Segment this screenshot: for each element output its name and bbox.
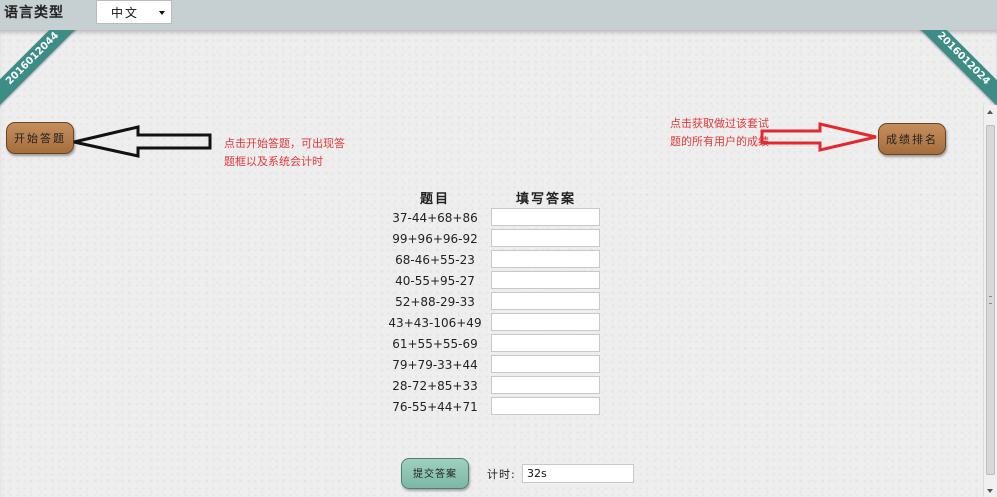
question-row: 40-55+95-27 (380, 271, 610, 292)
question-row: 43+43-106+49 (380, 313, 610, 334)
question-text: 52+88-29-33 (395, 295, 475, 309)
question-column-header: 题目 (420, 192, 451, 207)
question-row: 99+96+96-92 (380, 229, 610, 250)
language-select[interactable]: 中文 (96, 0, 172, 24)
outline-arrow-left-icon (73, 125, 212, 158)
language-type-label: 语言类型 (4, 5, 64, 21)
language-select-value: 中文 (111, 6, 140, 20)
grip-icon (989, 296, 992, 304)
scroll-up-icon[interactable] (987, 110, 993, 114)
corner-ribbon-left: 2016012044 (0, 30, 86, 112)
question-text: 37-44+68+86 (392, 211, 478, 225)
answer-input[interactable] (491, 376, 600, 394)
top-bar: 语言类型 中文 (0, 0, 997, 30)
question-list: 37-44+68+86 99+96+96-92 68-46+55-23 40-5… (380, 208, 610, 418)
question-row: 37-44+68+86 (380, 208, 610, 229)
answer-input[interactable] (491, 355, 600, 373)
outline-arrow-right-icon (760, 122, 877, 152)
rank-hint-note: 点击获取做过该套试题的所有用户的成绩 (670, 117, 769, 148)
score-ranking-button[interactable]: 成绩排名 (878, 123, 946, 155)
timer-display: 32s (522, 464, 634, 483)
question-row: 61+55+55-69 (380, 334, 610, 355)
chevron-down-icon (159, 11, 165, 15)
question-row: 79+79-33+44 (380, 355, 610, 376)
question-text: 79+79-33+44 (392, 358, 478, 372)
question-text: 99+96+96-92 (392, 232, 478, 246)
answer-input[interactable] (491, 208, 600, 226)
question-row: 28-72+85+33 (380, 376, 610, 397)
timer-label: 计时: (487, 468, 516, 481)
start-quiz-button[interactable]: 开始答题 (6, 122, 74, 154)
corner-ribbon-right: 2016012024 (910, 30, 997, 112)
submit-answers-button[interactable]: 提交答案 (401, 458, 469, 489)
start-hint-note: 点击开始答题，可出现答题框以及系统会计时 (224, 137, 345, 168)
answer-input[interactable] (491, 397, 600, 415)
question-row: 52+88-29-33 (380, 292, 610, 313)
answer-input[interactable] (491, 334, 600, 352)
quiz-panel: 2016012044 2016012024 开始答题 点击开始答题，可出现答题框… (0, 30, 997, 497)
answer-input[interactable] (491, 229, 600, 247)
answer-input[interactable] (491, 250, 600, 268)
question-row: 68-46+55-23 (380, 250, 610, 271)
answer-input[interactable] (491, 292, 600, 310)
vertical-scrollbar[interactable] (983, 105, 997, 497)
question-text: 28-72+85+33 (392, 379, 478, 393)
scroll-down-icon[interactable] (987, 489, 993, 493)
answer-input[interactable] (491, 313, 600, 331)
answer-column-header: 填写答案 (516, 192, 577, 207)
question-text: 43+43-106+49 (388, 316, 482, 330)
question-text: 68-46+55-23 (395, 253, 475, 267)
question-row: 76-55+44+71 (380, 397, 610, 418)
question-text: 40-55+95-27 (395, 274, 475, 288)
scrollbar-thumb[interactable] (986, 125, 995, 475)
question-text: 76-55+44+71 (392, 400, 478, 414)
answer-input[interactable] (491, 271, 600, 289)
question-text: 61+55+55-69 (392, 337, 478, 351)
